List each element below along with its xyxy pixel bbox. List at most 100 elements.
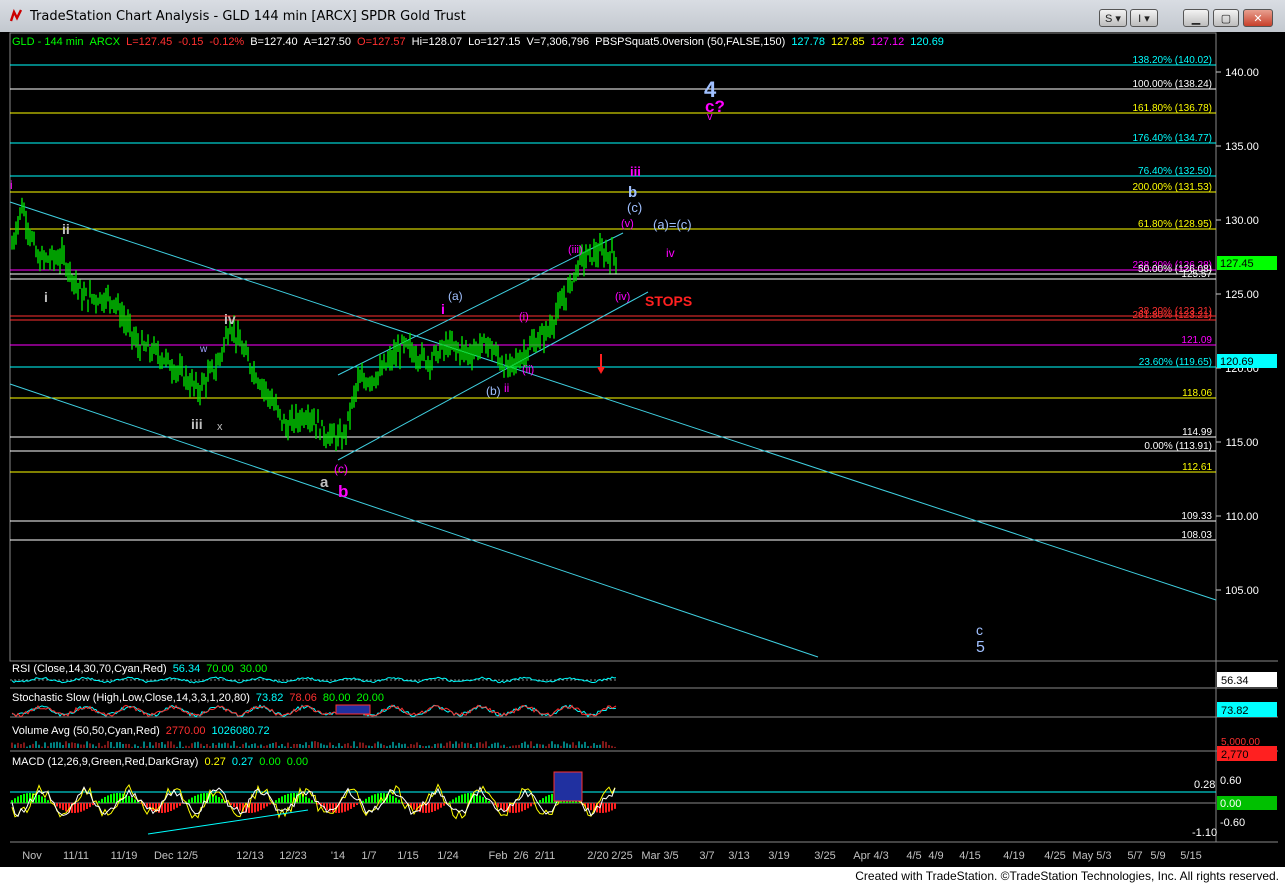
close-button[interactable]: ✕ (1243, 9, 1273, 27)
rsi-value: 56.34 (173, 663, 201, 675)
wave-label: i (10, 178, 13, 192)
date-tick-label: 1/15 (397, 850, 418, 862)
price-tick-label: 140.00 (1225, 67, 1259, 79)
level-label: 0.00% (113.91) (1144, 441, 1212, 452)
date-tick-label: May 5/3 (1072, 850, 1111, 862)
wave-label: v (707, 111, 713, 123)
volume-value: 2770.00 (166, 725, 206, 737)
macd-hist: 0.00 (259, 756, 280, 768)
macd-highlight (553, 771, 583, 802)
price-badge-text: 127.45 (1220, 258, 1254, 270)
stochastic-panel: Stochastic Slow (High,Low,Close,14,3,3,1… (12, 692, 384, 704)
wave-label: 5 (976, 639, 985, 656)
minimize-icon: ▁ (1191, 13, 1201, 25)
wave-label: a (320, 474, 329, 491)
volume-label: Volume Avg (50,50,Cyan,Red) (12, 725, 160, 737)
wave-label: (a)=(c) (653, 217, 692, 232)
macd-tick: 0.60 (1220, 775, 1241, 787)
header-item: 127.78 (791, 36, 825, 48)
tradestation-app-icon (9, 9, 23, 22)
chart-area[interactable]: GLD - 144 min ARCX L=127.45 -0.15 -0.12% B=12… (8, 32, 1278, 867)
wave-label: ii (62, 221, 70, 237)
macd-value: 0.27 (204, 756, 225, 768)
macd-panel: MACD (12,26,9,Green,Red,DarkGray) 0.27 0.2… (12, 756, 308, 768)
svg-text:Stochastic Slow (High,Low,Clos: Stochastic Slow (High,Low,Close,14,3,3,1… (12, 692, 384, 704)
header-item: 127.85 (831, 36, 865, 48)
date-tick-label: '14 (331, 850, 345, 862)
date-tick-label: 3/13 (728, 850, 749, 862)
level-label: 138.20% (140.02) (1132, 55, 1212, 66)
wave-label: b (338, 482, 348, 501)
stoch-over: 80.00 (323, 692, 351, 704)
price-tick-label: 110.00 (1226, 511, 1259, 523)
level-label: 161.80% (136.78) (1132, 103, 1212, 114)
macd-tick: -1.10 (1192, 827, 1217, 839)
indicator-link-button[interactable]: I ▾ (1130, 9, 1158, 27)
date-axis: Nov 11/11 11/19 Dec 12/5 12/13 12/23 '14 1/7 1/1… (22, 850, 1201, 862)
wave-label: (iii) (568, 244, 583, 256)
level-label: 118.06 (1182, 388, 1212, 399)
title-bar: TradeStation Chart Analysis - GLD 144 mi… (0, 0, 1285, 32)
price-tick-label: 135.00 (1225, 141, 1259, 153)
level-label: 121.09 (1181, 335, 1212, 346)
level-label: 61.80% (128.95) (1138, 219, 1212, 230)
level-label: 100.00% (138.24) (1132, 79, 1212, 90)
maximize-icon: ▢ (1220, 13, 1232, 25)
header-item: 127.12 (871, 36, 905, 48)
wave-label: iii (191, 416, 203, 432)
wave-label: (c) (627, 200, 642, 215)
close-icon: ✕ (1253, 13, 1263, 25)
level-label: 108.03 (1181, 530, 1212, 541)
indicator-badge-text: 2,770 (1221, 749, 1249, 761)
date-tick-label: 11/11 (63, 850, 89, 862)
wave-label: ii (504, 381, 509, 395)
price-bars (11, 197, 617, 452)
volume-avg: 1026080.72 (212, 725, 270, 737)
header-item: Hi=128.07 (412, 36, 462, 48)
price-tick-label: 115.00 (1226, 437, 1259, 449)
header-item: Lo=127.15 (468, 36, 520, 48)
date-tick-label: Feb (489, 850, 508, 862)
date-tick-label: 3/19 (768, 850, 789, 862)
wave-label: iv (666, 246, 675, 260)
date-tick-label: Apr 4/3 (853, 850, 888, 862)
level-label: 112.61 (1182, 462, 1212, 473)
date-tick-label: 12/13 (236, 850, 264, 862)
window-title: TradeStation Chart Analysis - GLD 144 mi… (30, 9, 466, 24)
wave-label: i (44, 289, 48, 305)
symbol-link-label: S (1105, 13, 1113, 25)
chart-canvas[interactable]: GLD - 144 min ARCX L=127.45 -0.15 -0.12% B=12… (8, 32, 1278, 867)
svg-text:MACD (12,26,9,Green,Red,DarkGr: MACD (12,26,9,Green,Red,DarkGray) 0.27 0.2… (12, 756, 308, 768)
stoch-label: Stochastic Slow (High,Low,Close,14,3,3,1… (12, 692, 250, 704)
header-item: A=127.50 (304, 36, 351, 48)
header-item: V=7,306,796 (526, 36, 589, 48)
wave-label: (a) (448, 289, 463, 303)
header-item: B=127.40 (250, 36, 297, 48)
rsi-panel: RSI (Close,14,30,70,Cyan,Red) 56.34 70.00 3… (12, 663, 267, 675)
rsi-upper: 70.00 (206, 663, 234, 675)
price-panel-frame (9, 32, 1217, 662)
header-item: -0.15 (178, 36, 203, 48)
rsi-label: RSI (Close,14,30,70,Cyan,Red) (12, 663, 167, 675)
level-label: 200.00% (131.53) (1132, 182, 1212, 193)
wave-label: STOPS (645, 293, 692, 309)
macd-signal: 0.27 (232, 756, 253, 768)
macd-tick: -0.60 (1220, 817, 1245, 829)
date-tick-label: 2/6 (513, 850, 528, 862)
date-tick-label: 5/9 (1150, 850, 1165, 862)
level-label: 109.33 (1181, 511, 1212, 522)
volume-panel: Volume Avg (50,50,Cyan,Red) 2770.00 102608… (12, 725, 270, 737)
wave-label: w (199, 344, 208, 355)
date-tick-label: 4/25 (1044, 850, 1065, 862)
footer: Created with TradeStation. ©TradeStation… (0, 867, 1285, 887)
header-item: L=127.45 (126, 36, 172, 48)
date-tick-label: 5/15 (1180, 850, 1201, 862)
date-tick-label: 4/9 (928, 850, 943, 862)
wave-label: b (628, 184, 637, 201)
price-tick-label: 130.00 (1225, 215, 1259, 227)
maximize-button[interactable]: ▢ (1213, 9, 1239, 27)
symbol-link-button[interactable]: S ▾ (1099, 9, 1127, 27)
macd-tick: 0.28 (1194, 779, 1215, 791)
minimize-button[interactable]: ▁ (1183, 9, 1209, 27)
date-tick-label: 2/20 (587, 850, 608, 862)
